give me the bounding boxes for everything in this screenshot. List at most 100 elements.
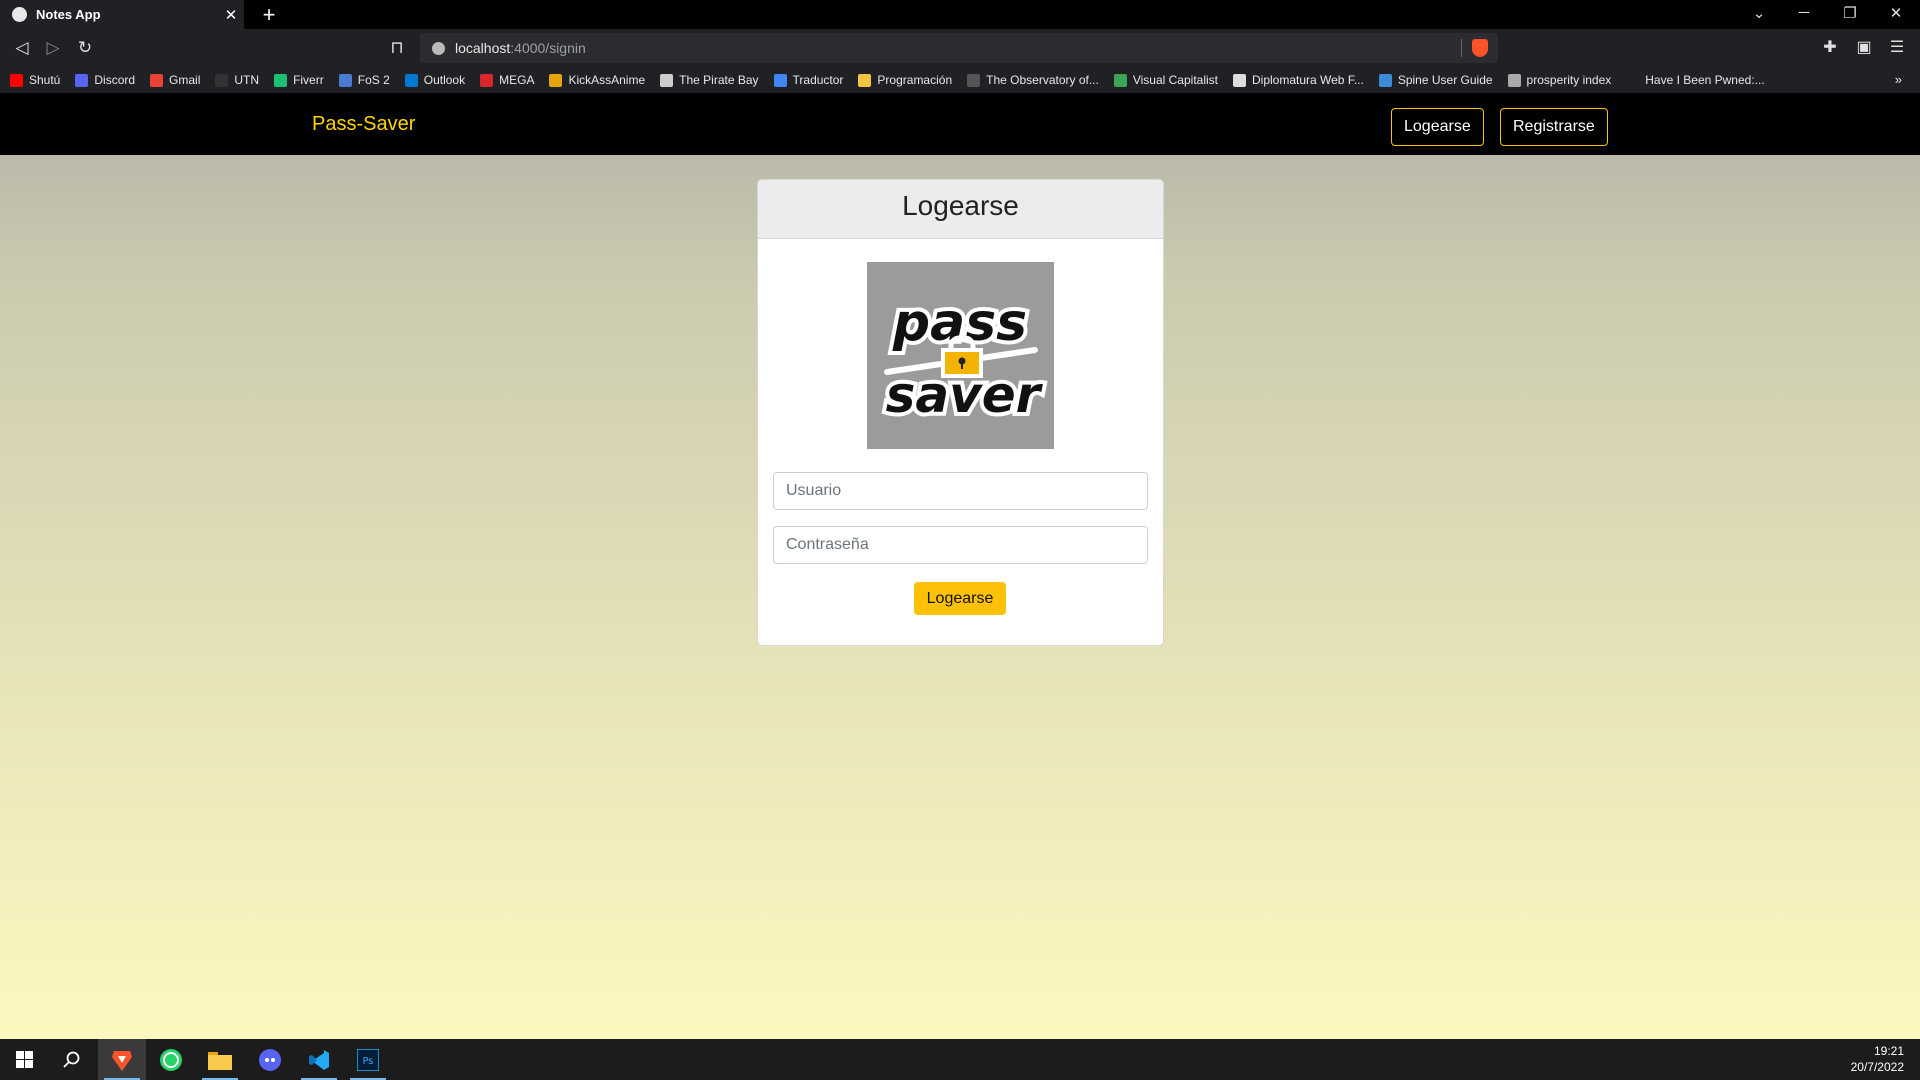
photoshop-icon[interactable]: Ps [344,1039,392,1080]
bookmark-favicon-icon [1378,73,1392,87]
forward-icon[interactable]: ▷ [41,36,65,60]
taskbar: Ps 19:21 20/7/2022 [0,1039,1920,1080]
bookmark-item[interactable]: The Observatory of... [967,73,1099,87]
bookmark-label: KickAssAnime [568,73,646,87]
wallet-icon[interactable]: ▣ [1853,37,1875,57]
bookmark-label: prosperity index [1526,73,1612,87]
minimize-button[interactable]: ─ [1784,4,1824,21]
address-bar[interactable]: localhost:4000/signin [420,33,1498,63]
bookmark-label: Visual Capitalist [1132,73,1218,87]
bookmarks-bar: Shutú Discord Gmail UTN Fiverr FoS 2 Outlook ME… [0,67,1920,93]
bookmark-favicon-icon [549,73,563,87]
clock-time: 19:21 [1873,1044,1904,1058]
bookmark-item[interactable]: Have I Been Pwned:... [1626,73,1765,87]
bookmark-item[interactable]: Gmail [150,73,200,87]
bookmark-label: The Pirate Bay [679,73,759,87]
bookmark-item[interactable]: Outlook [404,73,466,87]
bookmark-label: The Observatory of... [986,73,1099,87]
bookmark-item[interactable]: Visual Capitalist [1113,73,1218,87]
restore-button[interactable]: ❐ [1830,4,1870,22]
nav-register-button[interactable]: Registrarse [1500,108,1608,146]
bookmark-item[interactable]: Traductor [773,73,844,87]
bookmark-label: Traductor [792,73,844,87]
bookmark-favicon-icon [773,73,787,87]
bookmark-favicon-icon [404,73,418,87]
bookmark-label: Fiverr [293,73,324,87]
bookmark-favicon-icon [10,73,23,87]
svg-text:Ps: Ps [362,1056,373,1067]
bookmark-item[interactable]: Diplomatura Web F... [1233,73,1364,87]
bookmark-item[interactable]: prosperity index [1507,73,1612,87]
close-tab-icon[interactable]: ✕ [218,6,244,24]
bookmark-icon[interactable]: ⊓ [385,36,409,60]
app-navbar: Pass-Saver Logearse Registrarse [0,93,1920,155]
bookmark-label: Outlook [423,73,466,87]
brave-shields-icon[interactable] [1472,39,1488,57]
bookmark-favicon-icon [967,73,981,87]
reload-icon[interactable]: ↻ [73,36,97,60]
new-tab-button[interactable]: + [256,2,282,28]
bookmark-favicon-icon [338,73,352,87]
bookmark-label: Programación [877,73,953,87]
bookmark-label: Spine User Guide [1397,73,1493,87]
bookmark-item[interactable]: KickAssAnime [549,73,645,87]
bookmark-item[interactable]: MEGA [480,73,534,87]
more-bookmarks-icon[interactable]: » [1895,72,1902,87]
bookmark-item[interactable]: UTN [215,73,259,87]
vscode-icon[interactable] [295,1039,343,1080]
tab-title: Notes App [36,7,101,22]
url-divider [1461,39,1462,57]
whatsapp-icon[interactable] [147,1039,195,1080]
bookmark-label: Gmail [169,73,201,87]
bookmark-favicon-icon [215,73,229,87]
brand-link[interactable]: Pass-Saver [312,113,415,136]
clock-date: 20/7/2022 [1850,1060,1904,1074]
bookmark-favicon-icon [274,73,288,87]
bookmark-item[interactable]: FoS 2 [338,73,390,87]
password-input[interactable] [773,526,1148,564]
bookmark-item[interactable]: Discord [75,73,135,87]
bookmark-favicon-icon [858,73,872,87]
bookmark-favicon-icon [1626,73,1640,87]
close-window-button[interactable]: ✕ [1876,4,1916,22]
globe-icon [12,7,27,22]
site-info-icon[interactable] [432,41,445,55]
bookmark-item[interactable]: Fiverr [274,73,324,87]
bookmark-item[interactable]: Programación [858,73,952,87]
bookmark-favicon-icon [1113,73,1127,87]
back-icon[interactable]: ◁ [10,36,34,60]
system-clock[interactable]: 19:21 20/7/2022 [1851,1043,1904,1075]
brave-taskbar-icon[interactable] [98,1039,146,1080]
bookmark-label: UTN [234,73,260,87]
bookmark-favicon-icon [1233,73,1246,87]
extensions-icon[interactable]: ✚ [1819,37,1841,57]
url-text: localhost:4000/signin [455,40,586,56]
svg-text:pass: pass [892,293,1027,353]
bookmark-favicon-icon [480,73,494,87]
file-explorer-icon[interactable] [196,1039,244,1080]
login-submit-button[interactable]: Logearse [914,582,1006,615]
bookmark-label: Discord [94,73,136,87]
menu-icon[interactable]: ☰ [1886,37,1908,57]
login-card: Logearse pass saver Logearse [757,179,1164,646]
windows-start-icon[interactable] [0,1039,48,1080]
bookmark-favicon-icon [75,73,89,87]
bookmark-favicon-icon [1507,73,1521,87]
bookmark-label: FoS 2 [357,73,390,87]
browser-toolbar: ◁ ▷ ↻ ⊓ localhost:4000/signin ✚ ▣ ☰ [0,29,1920,67]
bookmark-favicon-icon [150,73,164,87]
tab-search-icon[interactable]: ⌄ [1739,4,1779,22]
browser-tab[interactable]: Notes App ✕ [0,0,244,29]
nav-login-button[interactable]: Logearse [1391,108,1484,146]
bookmark-favicon-icon [660,73,674,87]
bookmark-label: Have I Been Pwned:... [1645,73,1765,87]
username-input[interactable] [773,472,1148,510]
discord-icon[interactable] [246,1039,294,1080]
bookmark-label: MEGA [499,73,535,87]
bookmark-item[interactable]: The Pirate Bay [660,73,759,87]
bookmark-item[interactable]: Spine User Guide [1378,73,1493,87]
bookmark-item[interactable]: Shutú [10,73,60,87]
bookmark-label: Shutú [29,73,61,87]
card-title: Logearse [758,180,1163,239]
search-icon[interactable] [48,1039,96,1080]
